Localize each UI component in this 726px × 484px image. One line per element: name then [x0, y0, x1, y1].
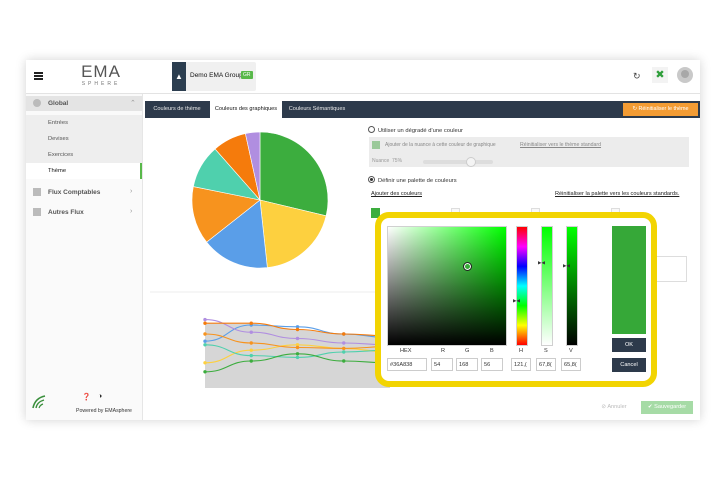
tab-couleurs-semantiques[interactable]: Couleurs Sémantiques	[283, 101, 351, 118]
data-point	[249, 348, 253, 352]
grid-icon	[33, 208, 41, 216]
data-point	[203, 317, 207, 322]
label-s: S	[544, 348, 548, 354]
v-input[interactable]: 65,8(	[561, 358, 581, 371]
sidebar-item-global[interactable]: Global ⌃	[26, 96, 142, 111]
help-icon[interactable]: ❓	[82, 393, 91, 401]
s-input[interactable]: 67,8(	[536, 358, 556, 371]
picker-cancel-button[interactable]: Cancel	[612, 358, 646, 372]
data-point	[295, 355, 300, 360]
chevron-right-icon: ›	[130, 188, 133, 195]
powered-by: Powered by EMAsphere	[76, 408, 132, 414]
g-input[interactable]: 168	[456, 358, 478, 371]
nuance-slider-handle[interactable]	[466, 157, 476, 167]
data-point	[249, 330, 253, 334]
hue-slider[interactable]	[516, 226, 528, 346]
group-name: Demo EMA Group	[190, 72, 243, 79]
shade-checkbox[interactable]	[372, 141, 380, 149]
language-icon[interactable]: ◑	[98, 393, 102, 400]
group-selector[interactable]: ▲ Demo EMA Group GR	[172, 62, 256, 91]
data-point	[249, 321, 253, 325]
chevron-right-icon: ›	[130, 208, 133, 215]
refresh-icon[interactable]: ↻	[633, 71, 641, 82]
data-point	[203, 361, 207, 365]
data-point	[295, 345, 300, 350]
hierarchy-icon: ▲	[172, 62, 186, 91]
r-input[interactable]: 54	[431, 358, 453, 371]
data-point	[342, 350, 346, 354]
hue-marker-icon: ▶◀	[513, 298, 520, 303]
h-input[interactable]: 121,(	[511, 358, 531, 371]
hex-input[interactable]: #36A838	[387, 358, 427, 371]
globe-icon	[33, 99, 41, 107]
area-fill	[205, 323, 390, 388]
sidebar-item-autres-flux[interactable]: Autres Flux ›	[26, 205, 142, 220]
cancel-button[interactable]: ⊘ Annuler	[593, 401, 635, 414]
avatar[interactable]	[677, 67, 693, 83]
data-point	[249, 353, 253, 358]
emasphere-leaf-icon	[32, 395, 46, 409]
label-v: V	[569, 348, 573, 354]
value-marker-icon: ▶◀	[563, 263, 570, 268]
data-point	[249, 341, 253, 345]
ok-button[interactable]: OK	[612, 338, 646, 352]
top-bar: EMA SPHERE ▲ Demo EMA Group GR ↻ ✖	[26, 60, 700, 94]
nuance-slider[interactable]	[423, 160, 493, 164]
data-point	[342, 359, 346, 363]
tab-couleurs-graphiques[interactable]: Couleurs des graphiques	[210, 101, 282, 118]
label-b: B	[490, 348, 494, 354]
radio-gradient[interactable]	[368, 126, 375, 133]
value-slider[interactable]	[566, 226, 578, 346]
reset-theme-button[interactable]: ↻ Réinitialiser le thème	[623, 103, 698, 116]
data-point	[342, 332, 346, 336]
saturation-slider[interactable]	[541, 226, 553, 346]
data-point	[203, 339, 207, 343]
saturation-value-box[interactable]	[387, 226, 507, 346]
data-point	[249, 359, 253, 363]
reset-palette-link[interactable]: Réinitialiser la palette vers les couleu…	[555, 191, 679, 197]
hamburger-menu-icon[interactable]	[34, 72, 43, 80]
data-point	[295, 327, 300, 332]
b-input[interactable]: 56	[481, 358, 503, 371]
data-point	[203, 370, 207, 374]
label-r: R	[441, 348, 446, 354]
grid-icon	[33, 188, 41, 196]
data-point	[203, 321, 207, 325]
label-g: G	[465, 348, 470, 354]
color-preview	[612, 226, 646, 334]
data-point	[342, 341, 346, 345]
sidebar-item-exercices[interactable]: Exercices	[26, 147, 142, 163]
tools-icon[interactable]: ✖	[652, 67, 668, 83]
pie-chart	[191, 131, 329, 269]
data-point	[203, 332, 207, 336]
sidebar: Global ⌃ Entrées Devises Exercices Thème…	[26, 94, 143, 420]
sidebar-item-theme[interactable]: Thème	[26, 163, 142, 179]
option-define-palette[interactable]: Définir une palette de couleurs	[368, 176, 457, 184]
option-gradient[interactable]: Utiliser un dégradé d'une couleur	[368, 126, 463, 134]
shade-settings-box: Ajouter de la nuance à cette couleur de …	[369, 137, 689, 167]
data-point	[203, 343, 207, 347]
sidebar-item-entrees[interactable]: Entrées	[26, 115, 142, 131]
data-point	[295, 352, 300, 356]
group-badge: GR	[241, 71, 253, 79]
label-hex: HEX	[400, 348, 412, 354]
label-h: H	[519, 348, 524, 354]
sidebar-item-devises[interactable]: Devises	[26, 131, 142, 147]
radio-define-palette[interactable]	[368, 176, 375, 183]
sidebar-item-flux-comptables[interactable]: Flux Comptables ›	[26, 185, 142, 200]
line-chart	[150, 291, 390, 388]
save-button[interactable]: ✔ Sauvegarder	[641, 401, 693, 414]
chevron-up-icon: ⌃	[130, 100, 136, 107]
sv-handle[interactable]	[463, 262, 472, 271]
reset-standard-link[interactable]: Réinitialiser vers le thème standard	[520, 142, 601, 148]
tab-bar: Couleurs de thème Couleurs des graphique…	[145, 101, 700, 118]
data-point	[342, 346, 346, 351]
add-colors-link[interactable]: Ajouter des couleurs	[371, 191, 422, 197]
saturation-marker-icon: ▶◀	[538, 260, 545, 265]
emasphere-logo[interactable]: EMA SPHERE	[74, 63, 128, 87]
data-point	[295, 336, 300, 341]
tab-couleurs-theme[interactable]: Couleurs de thème	[145, 101, 209, 118]
